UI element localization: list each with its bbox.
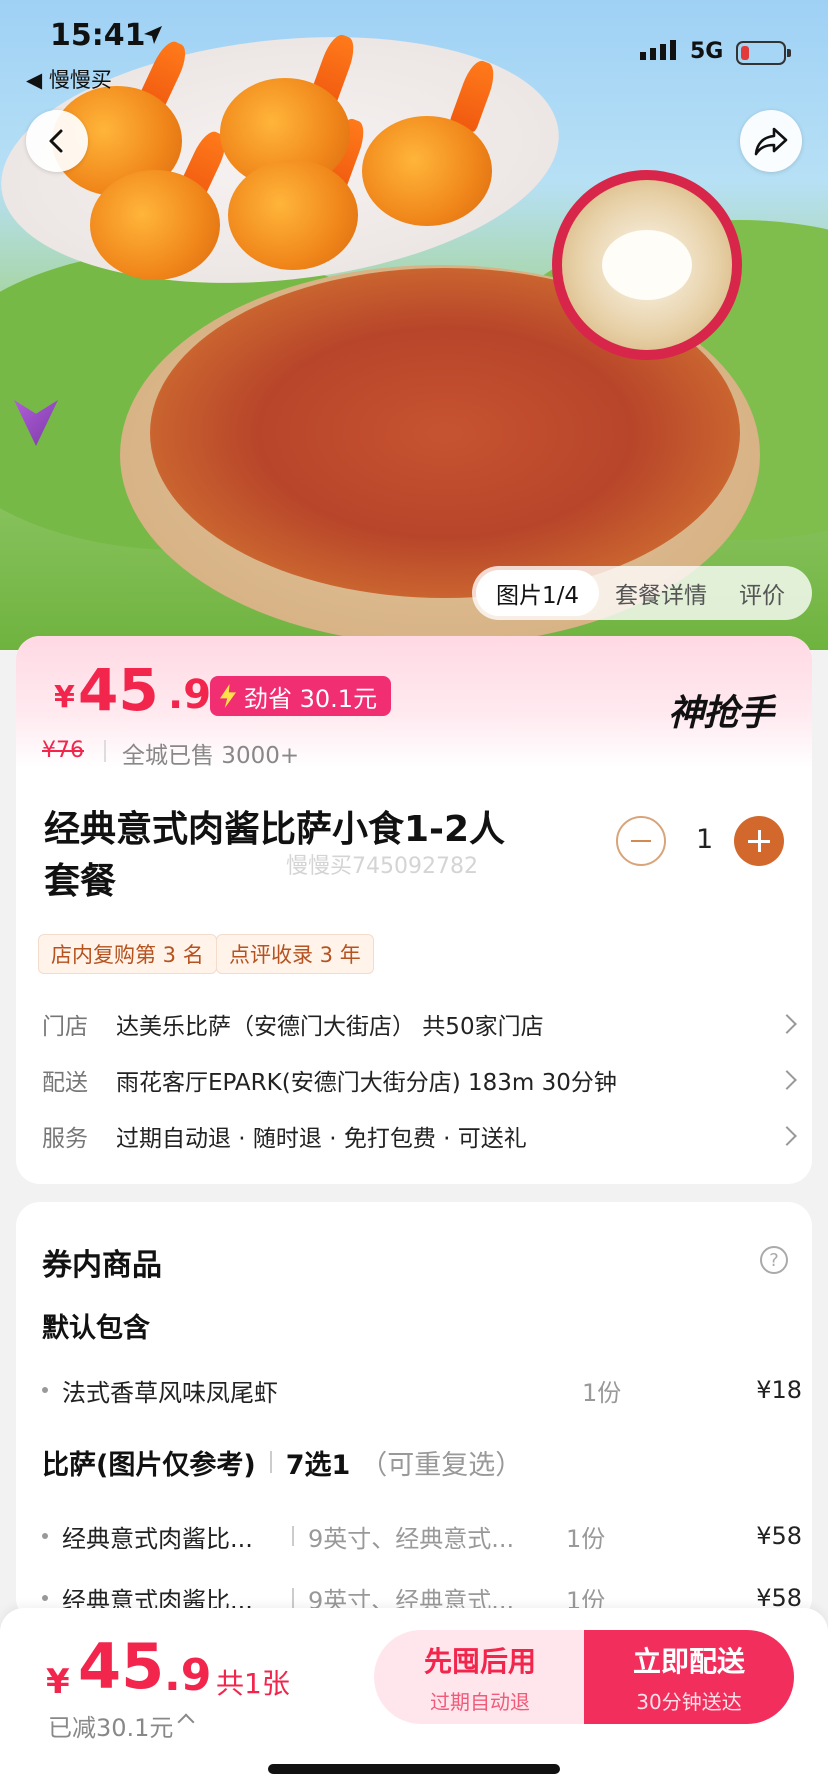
deliver-now-button[interactable]: 立即配送 30分钟送达	[584, 1630, 794, 1724]
chevron-right-icon	[777, 1126, 797, 1146]
coupon-items-card: 券内商品 ? 默认包含 法式香草风味凤尾虾 1份 ¥18 比萨(图片仅参考) 7…	[16, 1202, 812, 1622]
original-price: ¥76	[42, 738, 84, 763]
quantity-increase-button[interactable]	[734, 816, 784, 866]
saved-amount-toggle[interactable]: 已减30.1元	[48, 1708, 173, 1743]
chevron-left-icon	[49, 129, 63, 153]
status-time: 15:41	[50, 18, 146, 53]
divider	[292, 1588, 294, 1608]
delivery-row[interactable]: 配送 雨花客厅EPARK(安德门大街分店) 183m 30分钟	[42, 1060, 802, 1100]
button-label: 先囤后用	[423, 1644, 536, 1678]
item-qty: 1份	[566, 1524, 606, 1553]
watermark: 慢慢买745092782	[286, 854, 478, 879]
info-key: 门店	[42, 1014, 88, 1040]
pizza-group-header: 比萨(图片仅参考) 7选1 （可重复选）	[42, 1442, 802, 1482]
status-bar: 15:41 ◀ 慢慢买 5G	[0, 0, 828, 92]
save-badge-label: 劲省 30.1元	[244, 684, 378, 713]
button-sublabel: 过期自动退	[430, 1689, 530, 1714]
fried-shrimp	[362, 116, 492, 226]
buy-later-button[interactable]: 先囤后用 过期自动退	[374, 1630, 586, 1724]
price-banner: ¥ 45 .9 劲省 30.1元 神抢手 ¥76 全城已售 3000+	[16, 636, 812, 769]
signal-icon	[640, 40, 676, 60]
network-type: 5G	[690, 39, 724, 64]
bolt-icon	[220, 684, 236, 708]
group-choose: 7选1	[285, 1449, 351, 1481]
product-hero-image[interactable]: 15:41 ◀ 慢慢买 5G 图片1/4 套餐详情 评价	[0, 0, 828, 650]
group-name: 比萨(图片仅参考)	[42, 1449, 256, 1481]
inset-garlic-bread	[552, 170, 742, 360]
share-button[interactable]	[740, 110, 802, 172]
back-to-app-link[interactable]: ◀ 慢慢买	[26, 64, 112, 94]
group-note: （可重复选）	[360, 1449, 523, 1481]
tab-package-detail[interactable]: 套餐详情	[599, 570, 723, 616]
info-value: 过期自动退 · 随时退 · 免打包费 · 可送礼	[116, 1126, 527, 1152]
quantity-decrease-button[interactable]	[616, 816, 666, 866]
section-title: 券内商品	[42, 1248, 162, 1283]
total-currency: ¥	[46, 1662, 70, 1702]
button-label: 立即配送	[632, 1644, 745, 1678]
coupon-count: 共1张	[216, 1667, 290, 1700]
divider	[292, 1526, 294, 1546]
chevron-right-icon	[777, 1070, 797, 1090]
bullet	[42, 1595, 48, 1601]
sold-count: 全城已售 3000+	[122, 743, 300, 769]
save-badge: 劲省 30.1元	[210, 676, 392, 716]
default-group-title: 默认包含	[42, 1313, 150, 1344]
product-card: ¥ 45 .9 劲省 30.1元 神抢手 ¥76 全城已售 3000+ 经典意式…	[16, 636, 812, 1184]
share-icon	[754, 127, 788, 156]
chevron-up-icon[interactable]	[177, 1713, 195, 1731]
service-row[interactable]: 服务 过期自动退 · 随时退 · 免打包费 · 可送礼	[42, 1116, 802, 1156]
fried-shrimp	[228, 160, 358, 270]
bottom-action-bar: ¥ 45 .9 共1张 已减30.1元 先囤后用 过期自动退 立即配送 30分钟…	[0, 1608, 828, 1792]
divider	[269, 1451, 272, 1473]
image-tabs: 图片1/4 套餐详情 评价	[472, 566, 812, 620]
brand-logo: 神抢手	[668, 693, 774, 734]
item-price: ¥58	[756, 1522, 802, 1550]
tag-repurchase-rank: 店内复购第 3 名	[38, 934, 217, 974]
divider	[104, 740, 106, 762]
tab-images[interactable]: 图片1/4	[476, 570, 600, 616]
info-key: 服务	[42, 1126, 88, 1152]
price-currency: ¥	[54, 680, 75, 715]
store-row[interactable]: 门店 达美乐比萨（安德门大街店） 共50家门店	[42, 1004, 802, 1044]
tag-review-years: 点评收录 3 年	[216, 934, 374, 974]
total-integer: 45	[78, 1630, 165, 1703]
item-qty: 1份	[582, 1378, 622, 1407]
price-decimal: .9	[168, 672, 212, 718]
chevron-right-icon	[777, 1014, 797, 1034]
help-icon[interactable]: ?	[760, 1246, 788, 1274]
location-arrow-icon	[144, 26, 162, 44]
fried-shrimp	[90, 170, 220, 280]
quantity-value: 1	[696, 824, 714, 855]
button-sublabel: 30分钟送达	[636, 1689, 742, 1714]
total-decimal: .9	[164, 1650, 212, 1701]
list-item[interactable]: 经典意式肉酱比... 9英寸、经典意式... 1份 ¥58	[42, 1516, 802, 1556]
home-indicator[interactable]	[268, 1764, 560, 1774]
item-price: ¥18	[756, 1376, 802, 1404]
info-value: 达美乐比萨（安德门大街店） 共50家门店	[116, 1014, 544, 1040]
price-integer: 45	[78, 656, 159, 724]
back-button[interactable]	[26, 110, 88, 172]
tab-reviews[interactable]: 评价	[723, 570, 801, 616]
item-name: 法式香草风味凤尾虾	[62, 1378, 278, 1407]
item-desc: 9英寸、经典意式...	[308, 1524, 515, 1553]
item-name: 经典意式肉酱比...	[62, 1524, 253, 1553]
info-key: 配送	[42, 1070, 88, 1096]
bullet	[42, 1387, 48, 1393]
info-value: 雨花客厅EPARK(安德门大街分店) 183m 30分钟	[116, 1070, 617, 1096]
battery-icon	[736, 41, 791, 65]
list-item: 法式香草风味凤尾虾 1份 ¥18	[42, 1370, 802, 1410]
bullet	[42, 1533, 48, 1539]
